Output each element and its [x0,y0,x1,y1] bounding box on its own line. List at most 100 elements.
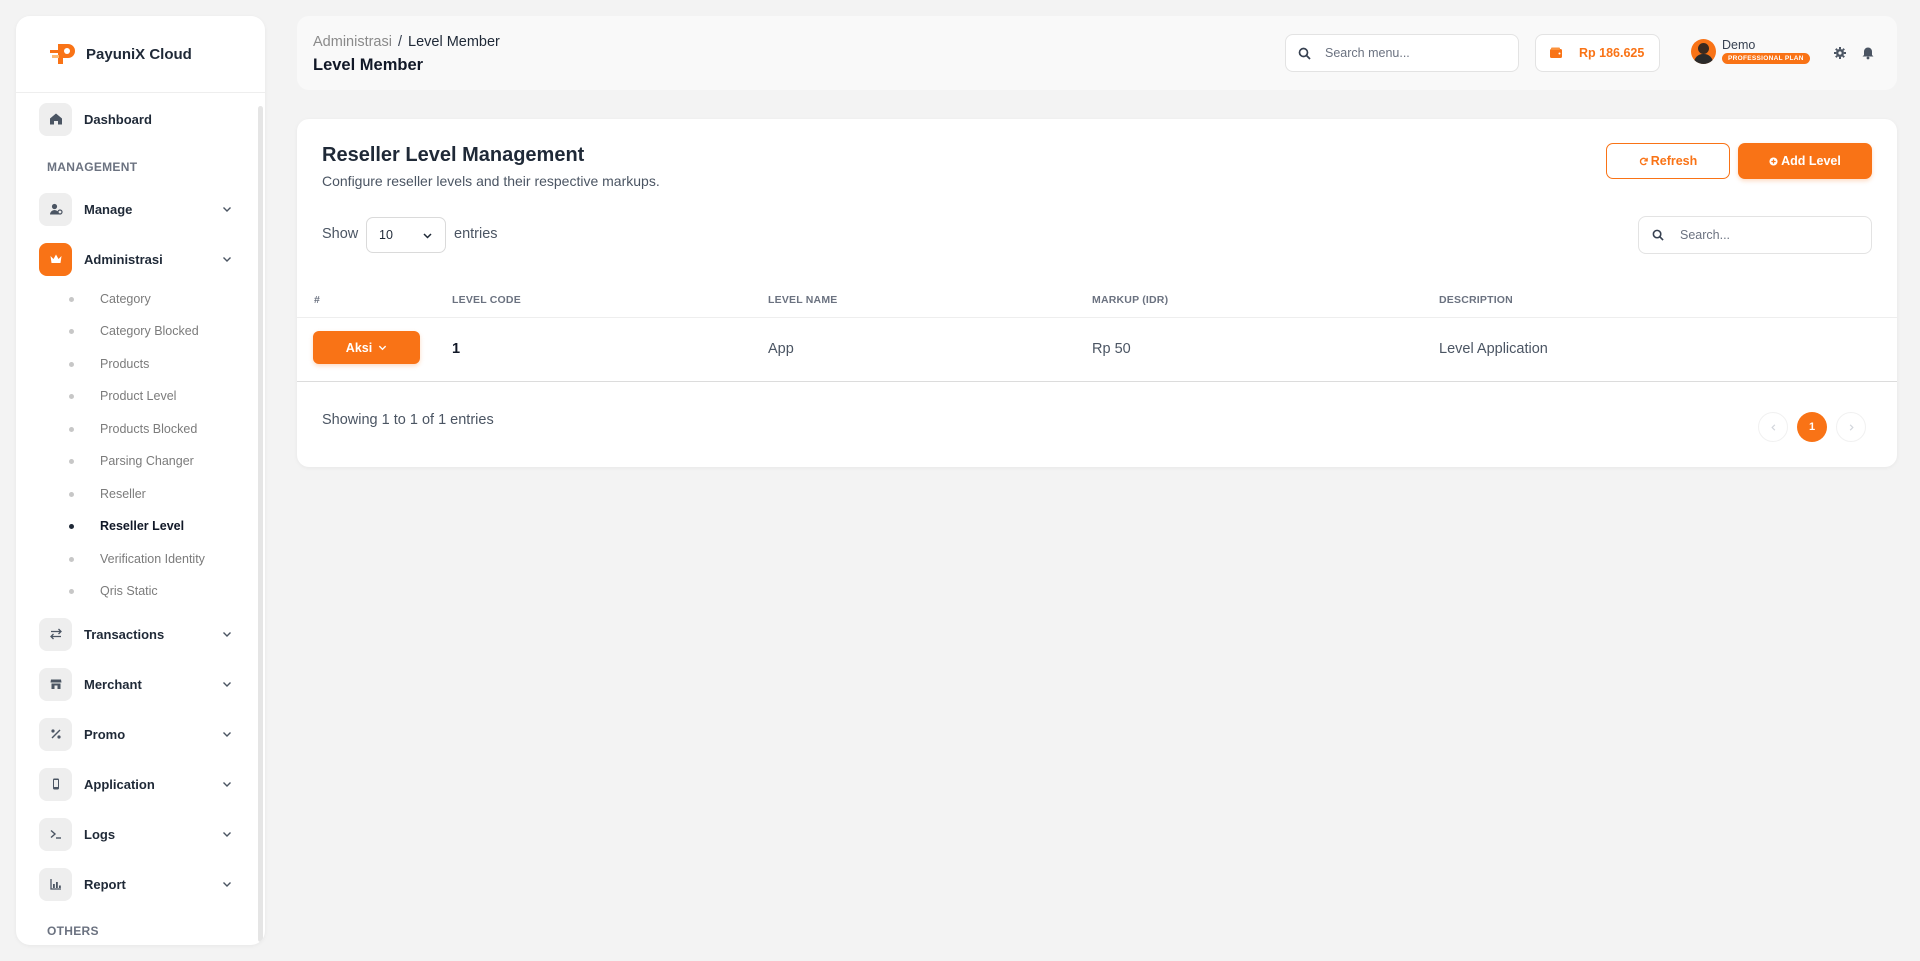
sidebar-subitem-label: Products Blocked [100,422,198,436]
column-header[interactable]: # [314,294,320,306]
chevron-down-icon [223,832,231,837]
bullet-dot [69,328,74,334]
store-icon [39,667,72,701]
sidebar-subitem-label: Category [100,292,151,306]
sidebar-item-administrasi[interactable]: Administrasi [39,242,239,276]
section-management: MANAGEMENT [47,160,138,174]
pagination-next[interactable] [1836,412,1866,442]
section-others: OTHERS [47,924,99,938]
sidebar-item-label: Administrasi [84,251,163,267]
sidebar-subitem-products-blocked[interactable]: Products Blocked [54,419,244,439]
sidebar-subitem-label: Reseller Level [100,519,185,533]
sidebar-subitem-category[interactable]: Category [54,289,244,309]
terminal-icon [39,817,72,851]
sidebar-item-label: Manage [84,201,133,217]
table-search-input[interactable] [1680,228,1860,242]
bullet-dot [69,523,74,529]
sidebar-item-promo[interactable]: Promo [39,717,239,751]
sidebar-subitem-product-level[interactable]: Product Level [54,386,244,406]
pagination-prev[interactable] [1758,412,1788,442]
row-action-label: Aksi [345,340,373,355]
column-header[interactable]: LEVEL CODE [452,294,521,306]
sidebar-subitem-verification-identity[interactable]: Verification Identity [54,549,244,569]
show-label: Show [322,226,359,242]
chevron-down-icon [223,882,231,887]
sidebar-item-label: Logs [84,826,116,842]
sidebar-item-merchant[interactable]: Merchant [39,667,239,701]
sidebar-subitem-label: Product Level [100,389,177,403]
chevron-down-icon [223,732,231,737]
chevron-down-icon [423,232,432,239]
breadcrumb: Administrasi / Level Member [313,34,500,50]
breadcrumb-separator: / [397,34,402,50]
sidebar-subitem-label: Verification Identity [100,552,205,566]
sidebar-subitem-reseller-level[interactable]: Reseller Level [54,516,244,536]
sidebar: PayuniX Cloud Dashboard MANAGEMENT Manag… [16,16,265,945]
chevron-down-icon [223,782,231,787]
sidebar-item-report[interactable]: Report [39,867,239,901]
sidebar-subitem-qris-static[interactable]: Qris Static [54,581,244,601]
chevron-right-icon [1849,423,1854,431]
row-action-button[interactable]: Aksi [313,331,420,364]
sidebar-subitem-reseller[interactable]: Reseller [54,484,244,504]
add-level-button[interactable]: Add Level [1738,143,1872,179]
sidebar-item-label: Report [84,876,126,892]
brand[interactable]: PayuniX Cloud [16,16,265,93]
bullet-dot [69,491,74,497]
menu-search[interactable] [1285,34,1519,72]
sidebar-item-application[interactable]: Application [39,767,239,801]
chevron-down-icon [223,207,231,212]
table-header: # LEVEL CODE LEVEL NAME MARKUP (IDR) DES… [297,282,1897,318]
sidebar-subitem-category-blocked[interactable]: Category Blocked [54,321,244,341]
bullet-dot [69,556,74,562]
bullet-dot [69,361,74,367]
column-header[interactable]: LEVEL NAME [768,294,837,306]
sidebar-item-manage[interactable]: Manage [39,192,239,226]
home-icon [39,102,72,136]
brand-logo-icon [48,41,78,67]
sidebar-item-label: Promo [84,726,126,742]
column-header[interactable]: MARKUP (IDR) [1092,294,1168,306]
sidebar-subitem-label: Category Blocked [100,324,199,338]
sidebar-scrollbar[interactable] [258,106,263,942]
sidebar-item-label: Merchant [84,676,142,692]
sidebar-subitem-products[interactable]: Products [54,354,244,374]
refresh-icon [1639,157,1648,165]
refresh-button[interactable]: Refresh [1606,143,1730,179]
page-title: Level Member [313,56,424,74]
percent-icon [39,717,72,751]
crown-icon [39,242,72,276]
entries-label: entries [454,226,498,242]
plus-circle-icon [1769,156,1778,166]
breadcrumb-parent[interactable]: Administrasi [313,34,392,50]
sidebar-item-transactions[interactable]: Transactions [39,617,239,651]
balance-button[interactable]: Rp 186.625 [1535,34,1660,72]
bullet-dot [69,458,74,464]
user-name: Demo [1722,38,1756,52]
mobile-icon [39,767,72,801]
user-menu[interactable]: Demo PROFESSIONAL PLAN [1691,38,1810,64]
chevron-down-icon [379,345,387,351]
bell-icon[interactable] [1861,46,1875,60]
add-level-label: Add Level [1781,154,1841,168]
card-subtitle: Configure reseller levels and their resp… [322,173,660,189]
cell-markup: Rp 50 [1092,341,1131,357]
search-icon [1652,229,1664,241]
sidebar-item-label: Transactions [84,626,165,642]
table-search[interactable] [1638,216,1872,254]
column-header[interactable]: DESCRIPTION [1439,294,1513,306]
cell-level-code: 1 [452,341,461,357]
sidebar-subitem-parsing-changer[interactable]: Parsing Changer [54,451,244,471]
showing-info: Showing 1 to 1 of 1 entries [322,412,494,428]
sidebar-item-logs[interactable]: Logs [39,817,239,851]
pagination-page[interactable]: 1 [1797,412,1827,442]
plan-badge: PROFESSIONAL PLAN [1722,53,1810,64]
cell-level-name: App [768,341,794,357]
entries-select[interactable]: 10 [366,217,446,253]
gear-icon[interactable] [1833,46,1847,60]
sidebar-item-dashboard[interactable]: Dashboard [39,102,239,136]
entries-value: 10 [379,228,393,242]
breadcrumb-current: Level Member [408,34,500,50]
cell-description: Level Application [1439,341,1548,357]
search-input[interactable] [1325,46,1495,60]
